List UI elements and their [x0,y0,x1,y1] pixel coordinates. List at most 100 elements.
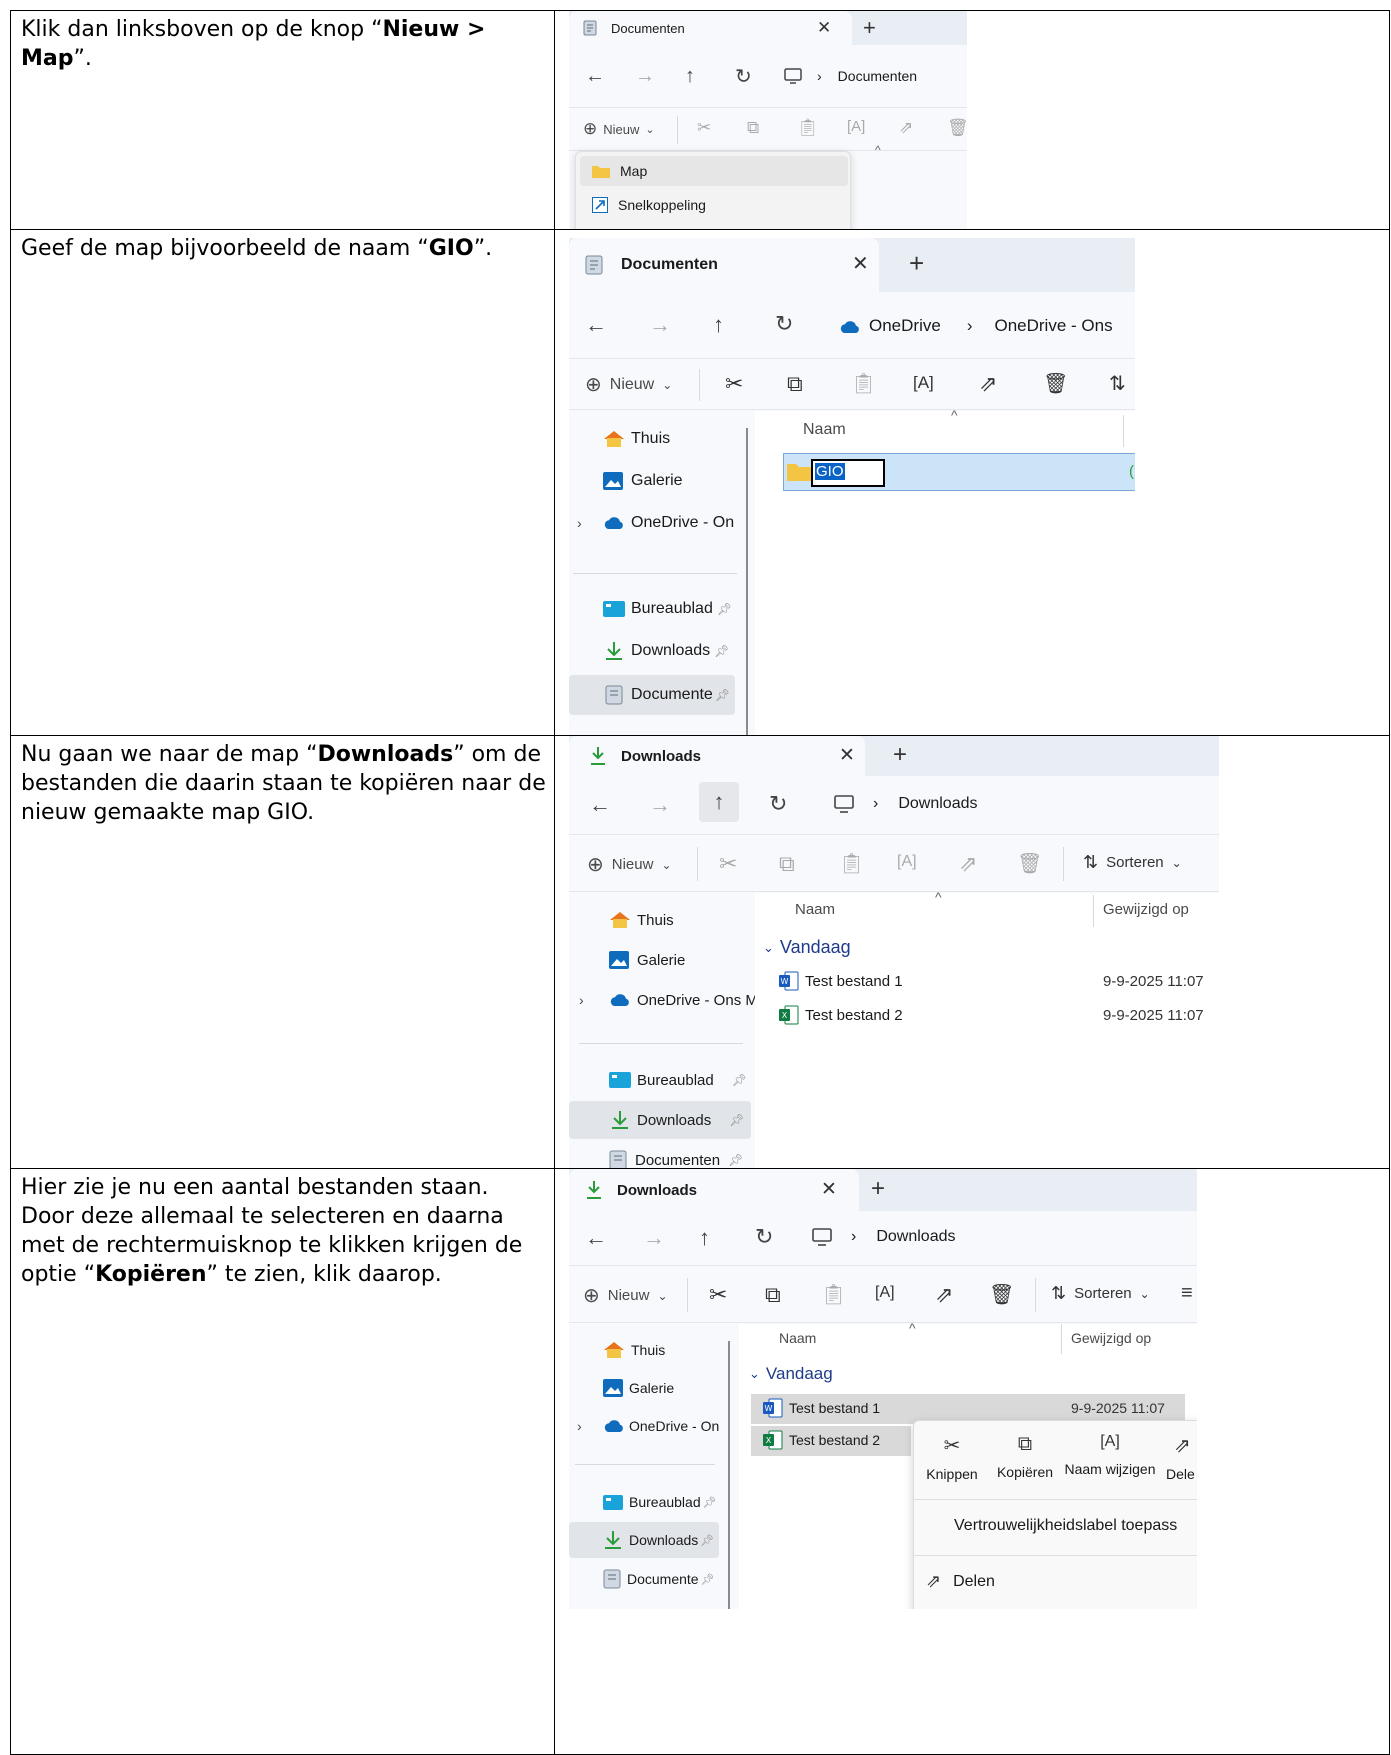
pin-icon[interactable]: 📌︎ [703,1496,717,1509]
pin-icon[interactable]: 📌︎ [714,644,729,658]
file-row[interactable]: W Test bestand 1 [763,1398,880,1418]
pin-icon[interactable]: 📌︎ [700,1534,714,1547]
copy-icon[interactable]: ⧉ [747,118,759,138]
context-cut-button[interactable]: ✂ Knippen [920,1433,984,1482]
delete-icon[interactable]: 🗑︎ [1043,371,1068,396]
new-button[interactable]: ⊕ Nieuw ⌄ [583,119,655,139]
column-header-naam[interactable]: Naam [795,901,835,918]
nav-item-galerie[interactable]: Galerie [603,1372,674,1404]
pin-icon[interactable]: 📌︎ [732,1073,747,1087]
copy-icon[interactable]: ⧉ [779,851,795,877]
forward-arrow-icon[interactable]: → [643,1225,665,1251]
new-tab-icon[interactable]: + [909,248,924,279]
share-icon[interactable]: ⇗ [959,851,977,877]
delete-icon[interactable]: 🗑︎ [1017,851,1042,876]
pin-icon[interactable]: 📌︎ [729,1113,744,1127]
address-bar[interactable]: › Downloads [809,1221,955,1253]
column-header-naam[interactable]: Naam [779,1330,816,1346]
new-button[interactable]: ⊕ Nieuw ⌄ [587,852,672,877]
refresh-icon[interactable]: ↻ [769,791,787,817]
nav-pane-scrollbar[interactable] [728,1341,730,1609]
nav-item-bureaublad[interactable]: Bureaublad 📌︎ [609,1063,747,1097]
group-header-vandaag[interactable]: ⌄ Vandaag [763,937,851,958]
sort-button[interactable]: ⇅ Sorteren ⌄ [1083,852,1182,873]
menu-item-map[interactable]: Map [580,156,848,186]
tab-documenten[interactable]: Documenten ✕ [569,238,879,292]
nav-item-documenten[interactable]: Documenten 📌︎ [609,1145,743,1168]
share-icon[interactable]: ⇗ [979,371,997,397]
sort-icon[interactable]: ⇅ [1109,371,1126,396]
refresh-icon[interactable]: ↻ [735,64,752,89]
rename-icon[interactable]: [A] [875,1284,895,1302]
pin-icon[interactable]: 📌︎ [701,1573,715,1586]
delete-icon[interactable]: 🗑︎ [989,1282,1014,1307]
up-arrow-icon[interactable]: ↑ [713,312,724,338]
context-copy-button[interactable]: ⧉ Kopiëren [990,1433,1060,1480]
up-arrow-icon[interactable]: ↑ [699,1225,710,1251]
up-arrow-icon[interactable]: ↑ [685,65,695,88]
nav-item-bureaublad[interactable]: Bureaublad 📌︎ [603,1486,717,1518]
rename-icon[interactable]: [A] [913,373,934,393]
context-rename-button[interactable]: [A] Naam wijzigen [1062,1433,1158,1477]
new-tab-icon[interactable]: + [871,1175,885,1203]
back-arrow-icon[interactable]: ← [585,65,605,88]
sort-button[interactable]: ⇅ Sorteren ⌄ [1051,1283,1150,1304]
nav-item-onedrive[interactable]: › OneDrive - On [577,1410,719,1442]
nav-item-downloads[interactable]: Downloads 📌︎ [569,1101,751,1139]
cut-icon[interactable]: ✂ [697,118,711,138]
context-delete-button[interactable]: ⇗ Dele [1162,1433,1197,1482]
share-icon[interactable]: ⇗ [899,118,913,138]
forward-arrow-icon[interactable]: → [649,792,671,818]
paste-icon[interactable]: 📋︎ [839,851,864,876]
paste-icon[interactable]: 📋︎ [821,1282,846,1307]
column-divider[interactable] [1093,895,1094,927]
back-arrow-icon[interactable]: ← [589,792,611,818]
tab-documenten[interactable]: Documenten ✕ [569,11,852,45]
copy-icon[interactable]: ⧉ [787,371,803,397]
group-header-vandaag[interactable]: ⌄ Vandaag [749,1364,833,1384]
file-row[interactable]: X Test bestand 2 [779,1005,903,1025]
close-icon[interactable]: ✕ [839,744,855,767]
nav-item-onedrive[interactable]: › OneDrive - On [577,505,734,541]
file-row[interactable]: X Test bestand 2 [763,1430,880,1450]
breadcrumb-item[interactable]: OneDrive [869,316,941,336]
back-arrow-icon[interactable]: ← [585,312,607,338]
nav-pane-scrollbar[interactable] [746,428,748,735]
address-bar[interactable]: OneDrive › OneDrive - Ons [831,310,1113,342]
chevron-right-icon[interactable]: › [577,515,603,531]
new-tab-icon[interactable]: + [863,15,876,41]
address-bar[interactable]: › Downloads [831,788,977,820]
nav-item-bureaublad[interactable]: Bureaublad 📌︎ [603,591,732,627]
refresh-icon[interactable]: ↻ [775,311,793,337]
nav-item-documenten[interactable]: Documente 📌︎ [569,675,735,715]
new-button[interactable]: ⊕ Nieuw ⌄ [585,372,672,397]
column-header-gewijzigd-op[interactable]: Gewijzigd op [1103,901,1189,918]
back-arrow-icon[interactable]: ← [585,1225,607,1251]
close-icon[interactable]: ✕ [817,18,831,38]
share-icon[interactable]: ⇗ [935,1282,953,1308]
close-icon[interactable]: ✕ [821,1178,837,1201]
paste-icon[interactable]: 📋︎ [797,118,819,138]
rename-icon[interactable]: [A] [847,118,865,135]
copy-icon[interactable]: ⧉ [765,1282,781,1308]
context-item-sensitivity-label[interactable]: Vertrouwelijkheidslabel toepass [954,1517,1177,1535]
nav-item-downloads[interactable]: Downloads 📌︎ [603,633,729,669]
nav-item-thuis[interactable]: Thuis [603,421,670,457]
paste-icon[interactable]: 📋︎ [851,371,876,396]
column-divider[interactable] [1061,1324,1062,1354]
file-row[interactable]: W Test bestand 1 [779,971,903,991]
column-header-gewijzigd-op[interactable]: Gewijzigd op [1071,1330,1151,1346]
tab-downloads[interactable]: Downloads ✕ [569,1169,859,1211]
pin-icon[interactable]: 📌︎ [728,1153,743,1167]
address-bar[interactable]: › Documenten [777,61,917,91]
nav-item-downloads[interactable]: Downloads 📌︎ [569,1522,719,1558]
nav-item-thuis[interactable]: Thuis [603,1334,665,1366]
cut-icon[interactable]: ✂ [725,371,743,397]
nav-item-galerie[interactable]: Galerie [609,943,685,977]
nav-item-onedrive[interactable]: › OneDrive - Ons M [579,983,758,1017]
forward-arrow-icon[interactable]: → [635,65,655,88]
nav-item-documenten[interactable]: Documente 📌︎ [603,1564,715,1594]
breadcrumb-item[interactable]: Documenten [838,68,917,84]
pin-icon[interactable]: 📌︎ [717,602,732,616]
pin-icon[interactable]: 📌︎ [715,688,730,702]
